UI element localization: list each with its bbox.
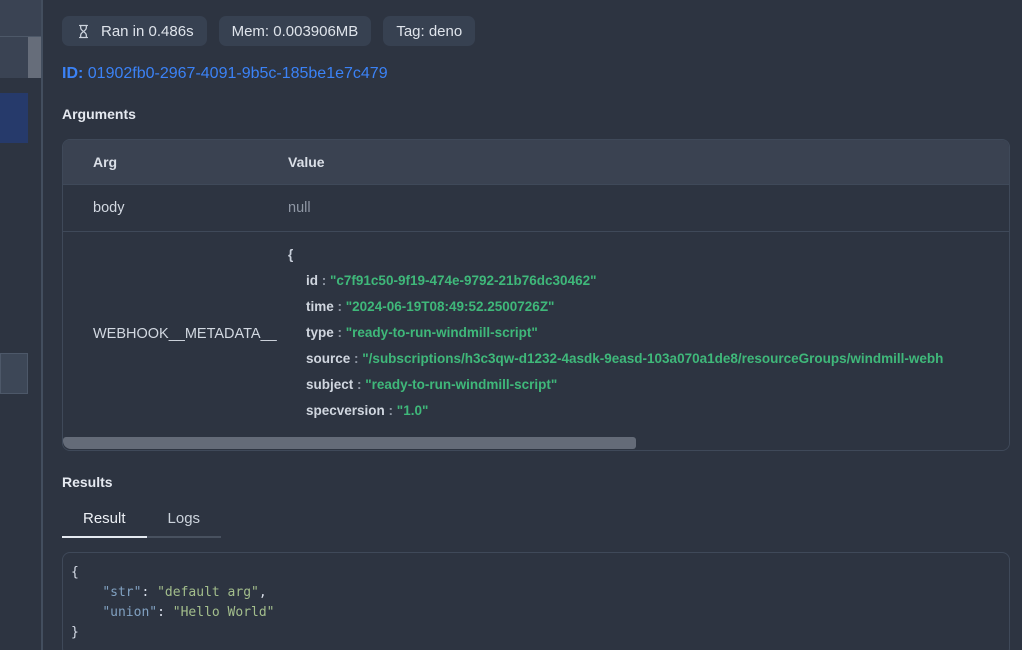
table-scrollbar-thumb[interactable] <box>63 437 636 449</box>
arg-name: WEBHOOK__METADATA__ <box>63 232 288 436</box>
metadata-entry: source : "/subscriptions/h3c3qw-d1232-4a… <box>288 346 1009 372</box>
rail-panel-block <box>0 37 28 78</box>
arg-column-header: Arg <box>63 154 288 170</box>
tab-result[interactable]: Result <box>62 503 147 538</box>
arg-object-value: { id : "c7f91c50-9f19-474e-9792-21b76dc3… <box>288 232 1009 436</box>
metadata-entry: id : "c7f91c50-9f19-474e-9792-21b76dc304… <box>288 268 1009 294</box>
memory-badge: Mem: 0.003906MB <box>219 16 372 46</box>
tag-badge: Tag: deno <box>383 16 475 46</box>
tag-badge-label: Tag: deno <box>396 23 462 40</box>
rail-scrollbar-thumb[interactable] <box>28 37 41 78</box>
metadata-entry: specversion : "1.0" <box>288 398 1009 424</box>
duration-badge: Ran in 0.486s <box>62 16 207 46</box>
rail-item-block[interactable] <box>0 353 28 394</box>
metadata-entry: subject : "ready-to-run-windmill-script" <box>288 372 1009 398</box>
object-open-brace: { <box>288 242 1009 268</box>
rail-selected-item[interactable] <box>0 93 28 143</box>
rail-top-block <box>0 0 41 37</box>
value-column-header: Value <box>288 154 1009 170</box>
arguments-title: Arguments <box>62 106 1010 122</box>
table-row: body null <box>63 185 1009 231</box>
job-id-label: ID: <box>62 65 83 82</box>
job-id-link[interactable]: 01902fb0-2967-4091-9b5c-185be1e7c479 <box>88 65 388 82</box>
tab-logs[interactable]: Logs <box>147 503 222 538</box>
job-detail-main: Ran in 0.486s Mem: 0.003906MB Tag: deno … <box>43 0 1022 650</box>
left-rail <box>0 0 43 650</box>
job-badges: Ran in 0.486s Mem: 0.003906MB Tag: deno <box>62 16 1010 46</box>
results-title: Results <box>62 474 1010 490</box>
result-code-line: "str": "default arg", <box>71 583 995 603</box>
result-code: { "str": "default arg", "union": "Hello … <box>62 552 1010 650</box>
hourglass-icon <box>75 23 92 40</box>
job-run-page: Ran in 0.486s Mem: 0.003906MB Tag: deno … <box>0 0 1022 650</box>
table-horizontal-scrollbar <box>63 436 1009 450</box>
arg-value: null <box>288 200 1009 216</box>
result-code-line: "union": "Hello World" <box>71 603 995 623</box>
arguments-table: Arg Value body null WEBHOOK__METADATA__ … <box>62 139 1010 451</box>
metadata-entry: type : "ready-to-run-windmill-script" <box>288 320 1009 346</box>
memory-badge-label: Mem: 0.003906MB <box>232 23 359 40</box>
metadata-entry: time : "2024-06-19T08:49:52.2500726Z" <box>288 294 1009 320</box>
result-code-line: { <box>71 563 995 583</box>
job-id-line: ID: 01902fb0-2967-4091-9b5c-185be1e7c479 <box>62 65 1010 83</box>
metadata-entries: id : "c7f91c50-9f19-474e-9792-21b76dc304… <box>288 268 1009 424</box>
result-code-line: } <box>71 623 995 643</box>
duration-badge-label: Ran in 0.486s <box>101 23 194 40</box>
arg-name: body <box>63 200 288 216</box>
arguments-table-header: Arg Value <box>63 140 1009 185</box>
table-row: WEBHOOK__METADATA__ { id : "c7f91c50-9f1… <box>63 231 1009 436</box>
results-tabs: Result Logs <box>62 503 1010 538</box>
